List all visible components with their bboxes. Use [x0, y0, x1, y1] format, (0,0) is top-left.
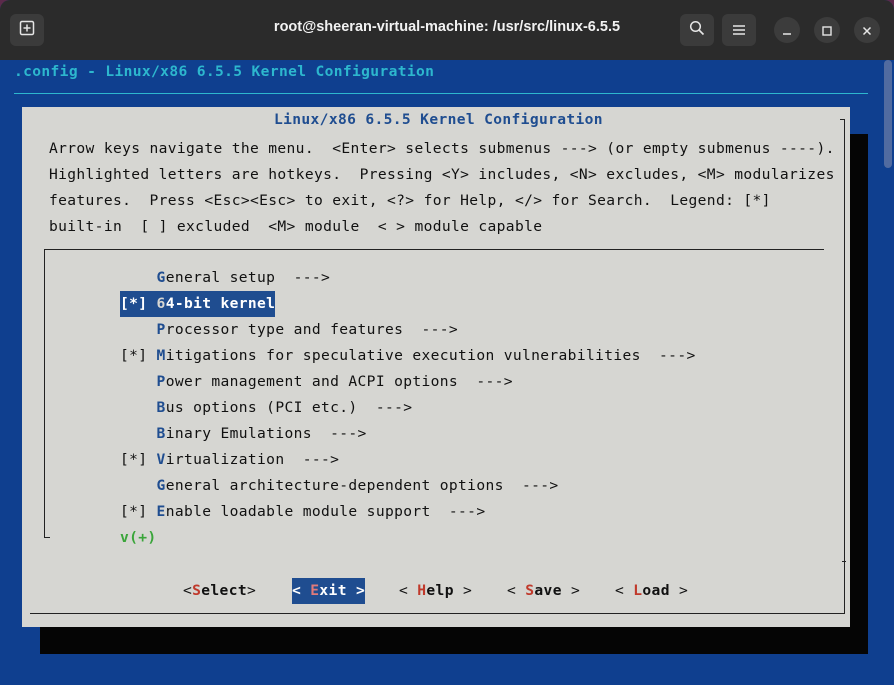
menu-box-border: [44, 249, 45, 537]
search-button[interactable]: [680, 14, 714, 46]
terminal-area[interactable]: .config - Linux/x86 6.5.5 Kernel Configu…: [0, 60, 894, 685]
config-header: .config - Linux/x86 6.5.5 Kernel Configu…: [14, 63, 435, 80]
scrollbar[interactable]: [884, 60, 892, 168]
help-line: Highlighted letters are hotkeys. Pressin…: [49, 166, 835, 183]
close-icon: [862, 21, 872, 40]
menu-box-border: [44, 249, 824, 250]
menu-item-mitigations[interactable]: [*] Mitigations for speculative executio…: [120, 343, 696, 369]
more-items-indicator: v(+): [120, 529, 157, 546]
dialog-border: [840, 119, 845, 120]
window-title: root@sheeran-virtual-machine: /usr/src/l…: [273, 19, 621, 35]
menu-button[interactable]: [722, 14, 756, 46]
menu-item-general-arch-options[interactable]: General architecture-dependent options -…: [120, 473, 559, 499]
maximize-button[interactable]: [814, 17, 840, 43]
close-button[interactable]: [854, 17, 880, 43]
minimize-button[interactable]: [774, 17, 800, 43]
load-button[interactable]: < Load >: [615, 578, 688, 604]
select-button[interactable]: <Select>: [183, 578, 256, 604]
menu-item-loadable-module-support[interactable]: [*] Enable loadable module support --->: [120, 499, 485, 525]
minimize-icon: [782, 21, 792, 40]
dialog-border: [844, 119, 845, 613]
exit-button[interactable]: < Exit >: [292, 578, 366, 604]
dialog-border: [30, 613, 845, 614]
title-bar: root@sheeran-virtual-machine: /usr/src/l…: [0, 0, 894, 61]
dialog-title: Linux/x86 6.5.5 Kernel Configuration: [274, 111, 603, 128]
hamburger-menu-icon: [732, 21, 746, 40]
help-line: Arrow keys navigate the menu. <Enter> se…: [49, 140, 835, 157]
menu-item-bus-options[interactable]: Bus options (PCI etc.) --->: [120, 395, 412, 421]
menu-item-binary-emulations[interactable]: Binary Emulations --->: [120, 421, 367, 447]
menu-item-processor-type[interactable]: Processor type and features --->: [120, 317, 458, 343]
save-button[interactable]: < Save >: [507, 578, 580, 604]
help-line: features. Press <Esc><Esc> to exit, <?> …: [49, 192, 771, 209]
help-button[interactable]: < Help >: [399, 578, 472, 604]
menu-box-border: [842, 561, 846, 562]
menu-item-64bit-kernel[interactable]: [*] 64-bit kernel: [120, 291, 276, 317]
menu-item-virtualization[interactable]: [*] Virtualization --->: [120, 447, 339, 473]
header-divider: [14, 93, 868, 94]
menuconfig-dialog: Linux/x86 6.5.5 Kernel Configuration Arr…: [22, 107, 850, 627]
menu-box-border: [44, 537, 50, 538]
maximize-icon: [822, 21, 832, 40]
menu-item-power-management[interactable]: Power management and ACPI options --->: [120, 369, 513, 395]
menu-item-general-setup[interactable]: General setup --->: [120, 265, 330, 291]
search-icon: [689, 20, 705, 40]
help-line: built-in [ ] excluded <M> module < > mod…: [49, 218, 543, 235]
terminal-window: root@sheeran-virtual-machine: /usr/src/l…: [0, 0, 894, 685]
